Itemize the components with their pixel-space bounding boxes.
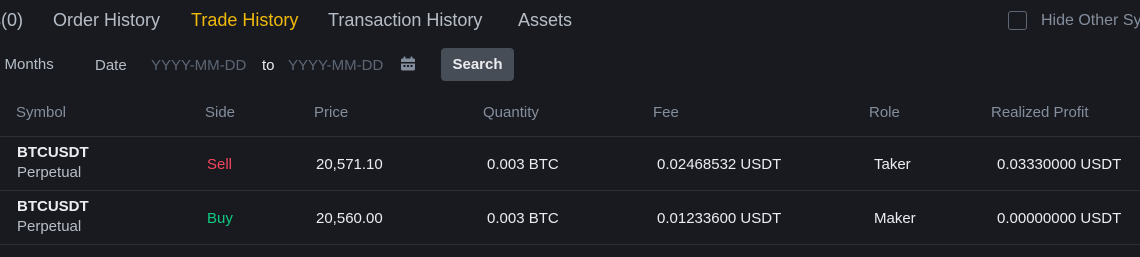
column-header-symbol: Symbol — [16, 104, 67, 121]
price-cell: 20,571.10 — [316, 156, 383, 173]
fee-cell: 0.02468532 USDT — [657, 156, 782, 173]
role-cell: Maker — [874, 210, 916, 227]
quantity-cell: 0.003 BTC — [487, 210, 559, 227]
tab-transaction-history[interactable]: Transaction History — [328, 10, 482, 31]
hide-other-symbols-toggle[interactable]: Hide Other Sy — [1008, 11, 1140, 30]
start-date-input[interactable]: YYYY-MM-DD — [151, 57, 246, 74]
table-header: Symbol Side Price Quantity Fee Role Real… — [0, 88, 1140, 137]
date-label: Date — [95, 57, 127, 74]
column-header-quantity: Quantity — [483, 104, 539, 121]
end-date-input[interactable]: YYYY-MM-DD — [288, 57, 383, 74]
hide-other-label: Hide Other Sy — [1041, 11, 1140, 29]
calendar-icon[interactable] — [400, 56, 416, 72]
trade-history-table: Symbol Side Price Quantity Fee Role Real… — [0, 88, 1140, 245]
column-header-fee: Fee — [653, 104, 679, 121]
contract-type: Perpetual — [17, 164, 82, 181]
column-header-role: Role — [869, 104, 900, 121]
side-cell: Sell — [207, 156, 233, 173]
symbol-name: BTCUSDT — [17, 198, 89, 215]
realized-profit-cell: 0.00000000 USDT — [997, 210, 1122, 227]
role-cell: Taker — [874, 156, 911, 173]
symbol-name: BTCUSDT — [17, 144, 89, 161]
side-cell: Buy — [207, 210, 233, 227]
column-header-side: Side — [205, 104, 236, 121]
history-tabs: s(0) Order History Trade History Transac… — [0, 0, 1140, 44]
tab-trade-history[interactable]: Trade History — [191, 10, 298, 31]
filter-bar: 3 Months Date YYYY-MM-DD to YYYY-MM-DD S… — [0, 46, 1140, 84]
symbol-cell: BTCUSDT Perpetual — [17, 143, 89, 183]
hide-other-checkbox[interactable] — [1008, 11, 1027, 30]
contract-type: Perpetual — [17, 218, 82, 235]
column-header-realized-profit: Realized Profit — [991, 104, 1089, 121]
table-row: BTCUSDT Perpetual Sell 20,571.10 0.003 B… — [0, 137, 1140, 191]
realized-profit-cell: 0.03330000 USDT — [997, 156, 1122, 173]
to-label: to — [262, 57, 275, 74]
table-row: BTCUSDT Perpetual Buy 20,560.00 0.003 BT… — [0, 191, 1140, 245]
tab-assets[interactable]: Assets — [518, 10, 572, 31]
tab-positions[interactable]: s(0) — [0, 10, 23, 31]
fee-cell: 0.01233600 USDT — [657, 210, 782, 227]
column-header-price: Price — [314, 104, 349, 121]
search-button[interactable]: Search — [441, 48, 514, 81]
quantity-cell: 0.003 BTC — [487, 156, 559, 173]
period-filter[interactable]: 3 Months — [0, 56, 54, 73]
price-cell: 20,560.00 — [316, 210, 383, 227]
symbol-cell: BTCUSDT Perpetual — [17, 197, 89, 237]
tab-order-history[interactable]: Order History — [53, 10, 160, 31]
